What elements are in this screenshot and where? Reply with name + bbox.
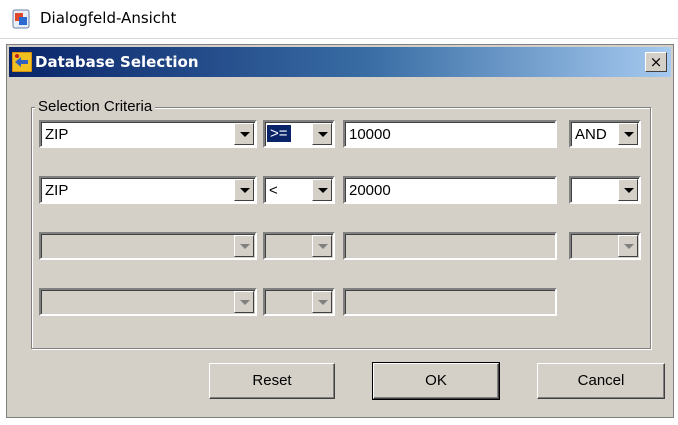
value-input-2[interactable]: 20000 — [343, 176, 557, 204]
chevron-down-icon[interactable] — [312, 123, 332, 145]
logic-select-1[interactable]: AND — [569, 120, 641, 148]
field-select-1[interactable]: ZIP — [39, 120, 257, 148]
chevron-down-icon[interactable] — [234, 235, 254, 257]
dialog-app-icon — [12, 9, 30, 29]
field-select-3[interactable] — [39, 232, 257, 260]
chevron-down-icon[interactable] — [234, 123, 254, 145]
field-select-4[interactable] — [39, 288, 257, 316]
logic-select-1-value: AND — [575, 126, 607, 143]
close-button[interactable]: × — [645, 52, 667, 72]
value-input-1[interactable]: 10000 — [343, 120, 557, 148]
value-input-4[interactable] — [343, 288, 557, 316]
operator-select-1-value: >= — [266, 124, 292, 143]
field-select-2-value: ZIP — [45, 182, 69, 199]
value-input-3[interactable] — [343, 232, 557, 260]
chevron-down-icon[interactable] — [234, 179, 254, 201]
operator-select-2-value: < — [269, 182, 278, 199]
chevron-down-icon[interactable] — [618, 179, 638, 201]
value-input-1-text: 10000 — [349, 126, 391, 143]
value-input-2-text: 20000 — [349, 182, 391, 199]
selection-criteria-label: Selection Criteria — [35, 98, 156, 115]
chevron-down-icon[interactable] — [618, 123, 638, 145]
chevron-down-icon[interactable] — [312, 179, 332, 201]
reset-button[interactable]: Reset — [209, 363, 335, 399]
chevron-down-icon[interactable] — [618, 235, 638, 257]
operator-select-1[interactable]: >= — [263, 120, 335, 148]
field-select-1-value: ZIP — [45, 126, 69, 143]
chevron-down-icon[interactable] — [312, 235, 332, 257]
dialog-title: Database Selection — [35, 53, 199, 71]
logic-select-3[interactable] — [569, 232, 641, 260]
window-caption: Dialogfeld-Ansicht — [0, 0, 678, 38]
database-selection-icon — [12, 52, 32, 72]
ok-button[interactable]: OK — [372, 362, 500, 400]
caption-divider — [0, 38, 678, 39]
field-select-2[interactable]: ZIP — [39, 176, 257, 204]
close-icon: × — [649, 53, 663, 71]
window-caption-text: Dialogfeld-Ansicht — [40, 9, 177, 27]
operator-select-2[interactable]: < — [263, 176, 335, 204]
chevron-down-icon[interactable] — [312, 291, 332, 313]
logic-select-2[interactable] — [569, 176, 641, 204]
cancel-button[interactable]: Cancel — [537, 363, 665, 399]
database-selection-dialog: Database Selection × Selection Criteria … — [6, 44, 674, 418]
operator-select-4[interactable] — [263, 288, 335, 316]
chevron-down-icon[interactable] — [234, 291, 254, 313]
dialog-titlebar[interactable]: Database Selection × — [9, 47, 671, 77]
operator-select-3[interactable] — [263, 232, 335, 260]
